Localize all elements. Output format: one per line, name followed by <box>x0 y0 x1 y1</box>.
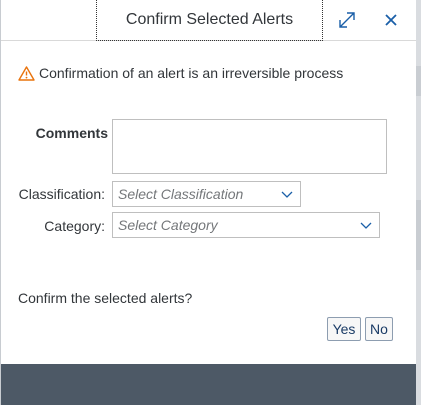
warning-triangle-icon <box>18 65 35 81</box>
classification-label: Classification: <box>18 186 105 202</box>
yes-button[interactable]: Yes <box>327 317 361 341</box>
confirm-question: Confirm the selected alerts? <box>18 290 193 306</box>
classification-placeholder: Select Classification <box>118 186 244 202</box>
chevron-down-icon <box>281 191 293 198</box>
background-edge <box>416 0 421 405</box>
dialog-title: Confirm Selected Alerts <box>96 0 323 41</box>
comments-label: Comments <box>35 125 108 141</box>
background-block <box>416 66 421 96</box>
comments-textarea[interactable] <box>112 119 387 174</box>
classification-select[interactable]: Select Classification <box>112 181 301 207</box>
dialog-footer <box>1 364 417 405</box>
dialog-header: Confirm Selected Alerts <box>1 0 417 41</box>
warning-text: Confirmation of an alert is an irreversi… <box>39 65 344 81</box>
page: Confirm Selected Alerts Confirmation of … <box>0 0 421 405</box>
warning-message: Confirmation of an alert is an irreversi… <box>18 64 343 82</box>
category-placeholder: Select Category <box>118 217 218 233</box>
chevron-down-icon <box>360 222 372 229</box>
background-block <box>416 200 421 270</box>
close-icon <box>385 14 397 26</box>
category-select[interactable]: Select Category <box>112 212 380 238</box>
confirm-alerts-dialog: Confirm Selected Alerts Confirmation of … <box>0 0 417 405</box>
expand-button[interactable] <box>335 8 359 32</box>
category-label: Category: <box>44 218 105 234</box>
no-button[interactable]: No <box>365 317 393 341</box>
expand-icon <box>339 12 355 28</box>
close-button[interactable] <box>379 8 403 32</box>
